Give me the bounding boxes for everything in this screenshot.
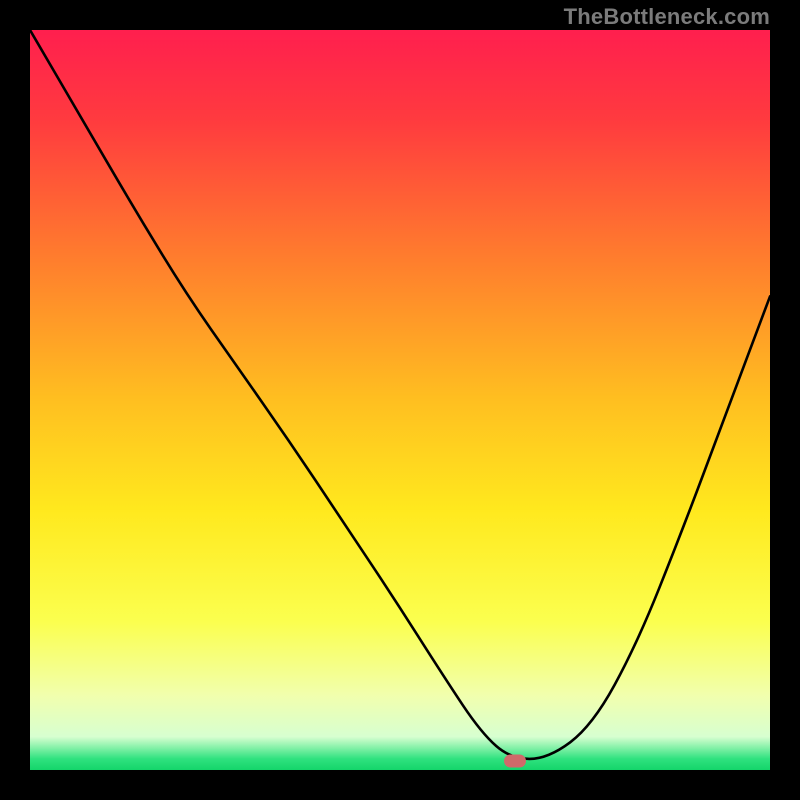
optimal-marker xyxy=(504,755,526,768)
bottleneck-curve xyxy=(30,30,770,770)
plot-area xyxy=(30,30,770,770)
watermark-text: TheBottleneck.com xyxy=(564,4,770,30)
chart-frame: TheBottleneck.com xyxy=(0,0,800,800)
